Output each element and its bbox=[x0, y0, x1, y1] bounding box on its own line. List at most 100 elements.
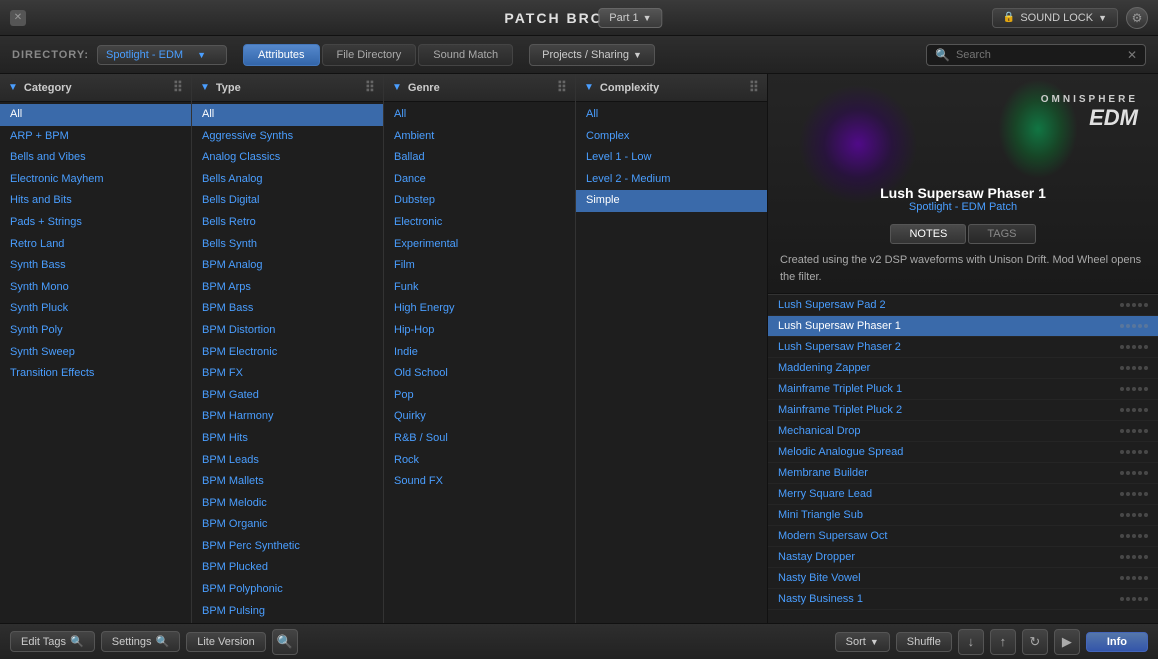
directory-select[interactable]: Spotlight - EDM ▼ bbox=[97, 45, 227, 65]
list-item[interactable]: Hits and Bits bbox=[0, 190, 191, 212]
list-item[interactable]: BPM Mallets bbox=[192, 471, 383, 493]
tab-sound-match[interactable]: Sound Match bbox=[418, 44, 513, 66]
tab-file-directory[interactable]: File Directory bbox=[322, 44, 417, 66]
patch-list-item[interactable]: Nastay Dropper bbox=[768, 547, 1158, 568]
patch-list-item[interactable]: Nasty Business 1 bbox=[768, 589, 1158, 610]
list-item[interactable]: Synth Pluck bbox=[0, 298, 191, 320]
list-item[interactable]: BPM FX bbox=[192, 363, 383, 385]
list-item[interactable]: All bbox=[384, 104, 575, 126]
patch-list-item[interactable]: Lush Supersaw Pad 2 bbox=[768, 295, 1158, 316]
list-item[interactable]: Ballad bbox=[384, 147, 575, 169]
patch-list-item[interactable]: Mainframe Triplet Pluck 1 bbox=[768, 379, 1158, 400]
list-item[interactable]: Aggressive Synths bbox=[192, 126, 383, 148]
list-item[interactable]: Dance bbox=[384, 169, 575, 191]
list-item[interactable]: Funk bbox=[384, 277, 575, 299]
clear-search-button[interactable]: ✕ bbox=[1127, 48, 1137, 62]
list-item[interactable]: R&B / Soul bbox=[384, 428, 575, 450]
part-button[interactable]: Part 1 ▼ bbox=[598, 8, 662, 28]
notes-button[interactable]: NOTES bbox=[890, 224, 966, 244]
up-arrow-button[interactable]: ↑ bbox=[990, 629, 1016, 655]
list-item[interactable]: Level 2 - Medium bbox=[576, 169, 767, 191]
list-item[interactable]: BPM Plucked bbox=[192, 557, 383, 579]
play-button[interactable]: ▶ bbox=[1054, 629, 1080, 655]
search-input[interactable] bbox=[956, 49, 1121, 61]
patch-list-item[interactable]: Lush Supersaw Phaser 1 bbox=[768, 316, 1158, 337]
list-item[interactable]: Pads + Strings bbox=[0, 212, 191, 234]
list-item[interactable]: All bbox=[576, 104, 767, 126]
projects-sharing-button[interactable]: Projects / Sharing ▼ bbox=[529, 44, 655, 66]
list-item[interactable]: BPM Electronic bbox=[192, 342, 383, 364]
patch-list-item[interactable]: Mini Triangle Sub bbox=[768, 505, 1158, 526]
list-item[interactable]: BPM Retro bbox=[192, 622, 383, 623]
list-item[interactable]: Analog Classics bbox=[192, 147, 383, 169]
close-button[interactable]: ✕ bbox=[10, 10, 26, 26]
patch-list-item[interactable]: Maddening Zapper bbox=[768, 358, 1158, 379]
column-options-icon[interactable]: ⠿ bbox=[557, 79, 567, 96]
list-item[interactable]: Synth Bass bbox=[0, 255, 191, 277]
list-item[interactable]: BPM Analog bbox=[192, 255, 383, 277]
list-item[interactable]: Electronic Mayhem bbox=[0, 169, 191, 191]
list-item[interactable]: Sound FX bbox=[384, 471, 575, 493]
sound-lock-button[interactable]: 🔒 SOUND LOCK ▼ bbox=[992, 8, 1118, 28]
patch-list-item[interactable]: Merry Square Lead bbox=[768, 484, 1158, 505]
list-item[interactable]: Bells Retro bbox=[192, 212, 383, 234]
column-options-icon[interactable]: ⠿ bbox=[173, 79, 183, 96]
sort-button[interactable]: Sort ▼ bbox=[835, 632, 890, 652]
list-item[interactable]: Synth Poly bbox=[0, 320, 191, 342]
list-item[interactable]: BPM Bass bbox=[192, 298, 383, 320]
patch-list-item[interactable]: Mechanical Drop bbox=[768, 421, 1158, 442]
list-item[interactable]: BPM Hits bbox=[192, 428, 383, 450]
patch-list-item[interactable]: Nasty Bite Vowel bbox=[768, 568, 1158, 589]
list-item[interactable]: BPM Polyphonic bbox=[192, 579, 383, 601]
list-item[interactable]: Hip-Hop bbox=[384, 320, 575, 342]
list-item[interactable]: Pop bbox=[384, 385, 575, 407]
list-item[interactable]: All bbox=[0, 104, 191, 126]
settings-button[interactable]: Settings 🔍 bbox=[101, 631, 180, 652]
list-item[interactable]: Quirky bbox=[384, 406, 575, 428]
list-item[interactable]: Old School bbox=[384, 363, 575, 385]
patch-list-item[interactable]: Lush Supersaw Phaser 2 bbox=[768, 337, 1158, 358]
list-item[interactable]: BPM Distortion bbox=[192, 320, 383, 342]
list-item[interactable]: Complex bbox=[576, 126, 767, 148]
patch-list-item[interactable]: Modern Supersaw Oct bbox=[768, 526, 1158, 547]
patch-list-item[interactable]: Membrane Builder bbox=[768, 463, 1158, 484]
list-item[interactable]: ARP + BPM bbox=[0, 126, 191, 148]
list-item[interactable]: All bbox=[192, 104, 383, 126]
list-item[interactable]: Bells Synth bbox=[192, 234, 383, 256]
list-item[interactable]: Dubstep bbox=[384, 190, 575, 212]
list-item[interactable]: BPM Melodic bbox=[192, 493, 383, 515]
refresh-button[interactable]: ↻ bbox=[1022, 629, 1048, 655]
shuffle-button[interactable]: Shuffle bbox=[896, 632, 952, 652]
list-item[interactable]: Electronic bbox=[384, 212, 575, 234]
list-item[interactable]: Experimental bbox=[384, 234, 575, 256]
list-item[interactable]: Ambient bbox=[384, 126, 575, 148]
lite-version-button[interactable]: Lite Version bbox=[186, 632, 265, 652]
list-item[interactable]: BPM Leads bbox=[192, 450, 383, 472]
list-item[interactable]: BPM Perc Synthetic bbox=[192, 536, 383, 558]
list-item[interactable]: Rock bbox=[384, 450, 575, 472]
list-item[interactable]: Indie bbox=[384, 342, 575, 364]
column-options-icon[interactable]: ⠿ bbox=[749, 79, 759, 96]
list-item[interactable]: Retro Land bbox=[0, 234, 191, 256]
tags-button[interactable]: TAGS bbox=[968, 224, 1035, 244]
list-item[interactable]: Bells Analog bbox=[192, 169, 383, 191]
zoom-button[interactable]: 🔍 bbox=[272, 629, 298, 655]
list-item[interactable]: BPM Gated bbox=[192, 385, 383, 407]
edit-tags-button[interactable]: Edit Tags 🔍 bbox=[10, 631, 95, 652]
list-item[interactable]: Synth Sweep bbox=[0, 342, 191, 364]
info-button[interactable]: Info bbox=[1086, 632, 1148, 652]
list-item[interactable]: Bells and Vibes bbox=[0, 147, 191, 169]
patch-list-item[interactable]: Melodic Analogue Spread bbox=[768, 442, 1158, 463]
patch-list-item[interactable]: Mainframe Triplet Pluck 2 bbox=[768, 400, 1158, 421]
list-item[interactable]: BPM Organic bbox=[192, 514, 383, 536]
list-item[interactable]: Transition Effects bbox=[0, 363, 191, 385]
column-options-icon[interactable]: ⠿ bbox=[365, 79, 375, 96]
list-item[interactable]: Bells Digital bbox=[192, 190, 383, 212]
settings-circle-button[interactable]: ⚙ bbox=[1126, 7, 1148, 29]
down-arrow-button[interactable]: ↓ bbox=[958, 629, 984, 655]
tab-attributes[interactable]: Attributes bbox=[243, 44, 319, 66]
list-item[interactable]: BPM Arps bbox=[192, 277, 383, 299]
list-item[interactable]: High Energy bbox=[384, 298, 575, 320]
list-item[interactable]: Film bbox=[384, 255, 575, 277]
list-item[interactable]: Simple bbox=[576, 190, 767, 212]
